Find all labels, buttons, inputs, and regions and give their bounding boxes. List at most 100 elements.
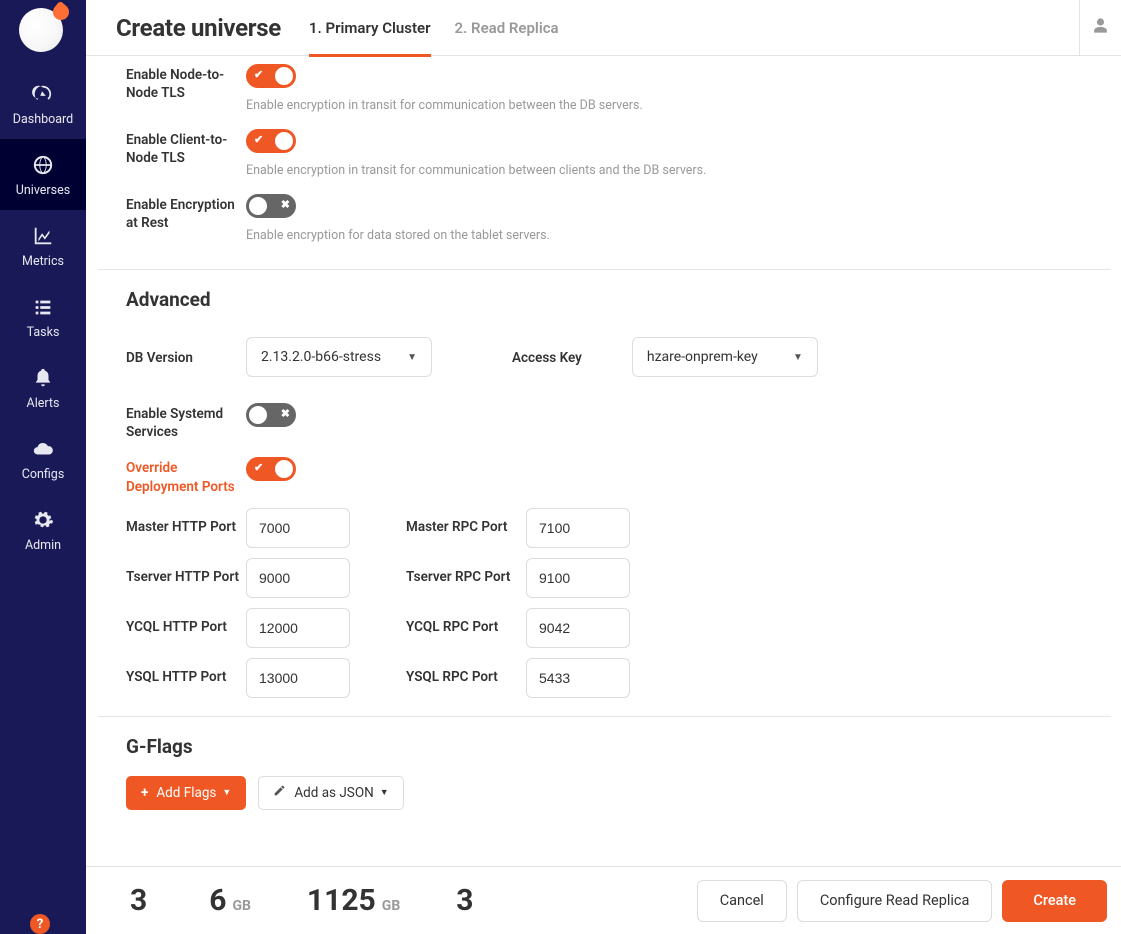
desc-node-tls: Enable encryption in transit for communi… bbox=[246, 98, 1111, 113]
caret-down-icon: ▼ bbox=[407, 352, 417, 363]
label-master-rpc: Master RPC Port bbox=[406, 519, 526, 537]
sidebar-item-configs[interactable]: Configs bbox=[0, 423, 86, 494]
label-enc-at-rest: Enable Encryption at Rest bbox=[126, 194, 246, 232]
input-ysql-http[interactable] bbox=[246, 658, 350, 698]
stat-unit: GB bbox=[232, 898, 250, 914]
app-logo[interactable] bbox=[19, 6, 67, 54]
help-icon[interactable]: ? bbox=[30, 914, 50, 934]
sidebar-item-admin[interactable]: Admin bbox=[0, 494, 86, 565]
select-value: hzare-onprem-key bbox=[647, 349, 758, 365]
field-systemd: Enable Systemd Services ✖ bbox=[126, 395, 1111, 449]
create-button[interactable]: Create bbox=[1002, 880, 1107, 922]
check-icon: ✔ bbox=[254, 461, 263, 474]
select-value: 2.13.2.0-b66-stress bbox=[261, 349, 381, 365]
divider bbox=[98, 716, 1111, 717]
row-db-access: DB Version 2.13.2.0-b66-stress ▼ Access … bbox=[126, 329, 1111, 385]
topbar: Create universe 1. Primary Cluster 2. Re… bbox=[86, 0, 1121, 56]
divider bbox=[98, 269, 1111, 270]
sidebar-item-metrics[interactable]: Metrics bbox=[0, 210, 86, 281]
select-db-version[interactable]: 2.13.2.0-b66-stress ▼ bbox=[246, 337, 432, 377]
stat-2: 6 GB bbox=[209, 883, 251, 918]
label-ycql-http: YCQL HTTP Port bbox=[126, 619, 246, 637]
field-node-tls: Enable Node-to-Node TLS ✔ Enable encrypt… bbox=[126, 56, 1111, 121]
label-ycql-rpc: YCQL RPC Port bbox=[406, 619, 526, 637]
section-advanced-title: Advanced bbox=[126, 288, 1111, 311]
select-access-key[interactable]: hzare-onprem-key ▼ bbox=[632, 337, 818, 377]
caret-down-icon: ▼ bbox=[793, 352, 803, 363]
toggle-enc-at-rest[interactable]: ✖ bbox=[246, 194, 296, 218]
toggle-systemd[interactable]: ✖ bbox=[246, 403, 296, 427]
cloud-icon bbox=[32, 437, 54, 461]
label-tserver-http: Tserver HTTP Port bbox=[126, 569, 246, 587]
stat-num: 3 bbox=[456, 883, 473, 918]
x-icon: ✖ bbox=[281, 407, 290, 420]
add-json-button[interactable]: Add as JSON ▼ bbox=[258, 776, 403, 810]
toggle-override-ports[interactable]: ✔ bbox=[246, 457, 296, 481]
footer-bar: 3 6 GB 1125 GB 3 Cancel Configure Read R… bbox=[86, 866, 1121, 934]
input-tserver-rpc[interactable] bbox=[526, 558, 630, 598]
toggle-client-tls[interactable]: ✔ bbox=[246, 129, 296, 153]
input-master-rpc[interactable] bbox=[526, 508, 630, 548]
stat-1: 3 bbox=[130, 883, 153, 918]
sidebar-label: Configs bbox=[22, 467, 65, 482]
check-icon: ✔ bbox=[254, 68, 263, 81]
content-area: Enable Node-to-Node TLS ✔ Enable encrypt… bbox=[86, 56, 1121, 866]
check-icon: ✔ bbox=[254, 133, 263, 146]
sidebar-item-alerts[interactable]: Alerts bbox=[0, 352, 86, 423]
stat-4: 3 bbox=[456, 883, 479, 918]
sidebar-item-tasks[interactable]: Tasks bbox=[0, 281, 86, 352]
sidebar-label: Alerts bbox=[27, 396, 60, 411]
tab-read-replica[interactable]: 2. Read Replica bbox=[455, 0, 559, 56]
configure-read-replica-button[interactable]: Configure Read Replica bbox=[797, 880, 993, 922]
tab-primary-cluster[interactable]: 1. Primary Cluster bbox=[309, 0, 431, 56]
input-master-http[interactable] bbox=[246, 508, 350, 548]
input-ycql-http[interactable] bbox=[246, 608, 350, 648]
cancel-button[interactable]: Cancel bbox=[697, 880, 787, 922]
btn-label: Add as JSON bbox=[294, 785, 373, 801]
desc-enc-at-rest: Enable encryption for data stored on the… bbox=[246, 228, 1111, 243]
label-access-key: Access Key bbox=[512, 347, 582, 367]
label-override-ports: Override Deployment Ports bbox=[126, 457, 246, 495]
input-tserver-http[interactable] bbox=[246, 558, 350, 598]
stat-unit: GB bbox=[382, 898, 400, 914]
label-db-version: DB Version bbox=[126, 347, 246, 367]
plus-icon: + bbox=[141, 785, 148, 801]
toggle-node-tls[interactable]: ✔ bbox=[246, 64, 296, 88]
field-client-tls: Enable Client-to-Node TLS ✔ Enable encry… bbox=[126, 121, 1111, 186]
globe-icon bbox=[32, 153, 54, 177]
sidebar-item-universes[interactable]: Universes bbox=[0, 139, 86, 210]
input-ycql-rpc[interactable] bbox=[526, 608, 630, 648]
sidebar: Dashboard Universes Metrics Tasks Alerts… bbox=[0, 0, 86, 934]
gauge-icon bbox=[32, 82, 54, 106]
label-master-http: Master HTTP Port bbox=[126, 519, 246, 537]
add-flags-button[interactable]: + Add Flags ▼ bbox=[126, 776, 246, 810]
desc-client-tls: Enable encryption in transit for communi… bbox=[246, 163, 1111, 178]
field-enc-at-rest: Enable Encryption at Rest ✖ Enable encry… bbox=[126, 186, 1111, 251]
page-title: Create universe bbox=[116, 14, 281, 42]
input-ysql-rpc[interactable] bbox=[526, 658, 630, 698]
btn-label: Add Flags bbox=[156, 785, 216, 801]
field-override-ports: Override Deployment Ports ✔ bbox=[126, 449, 1111, 503]
label-ysql-http: YSQL HTTP Port bbox=[126, 669, 246, 687]
label-systemd: Enable Systemd Services bbox=[126, 403, 246, 441]
chart-line-icon bbox=[32, 224, 54, 248]
ports-grid: Master HTTP Port Master RPC Port Tserver… bbox=[126, 508, 1111, 698]
label-ysql-rpc: YSQL RPC Port bbox=[406, 669, 526, 687]
x-icon: ✖ bbox=[281, 198, 290, 211]
sidebar-label: Metrics bbox=[22, 254, 64, 269]
sidebar-item-dashboard[interactable]: Dashboard bbox=[0, 68, 86, 139]
caret-down-icon: ▼ bbox=[222, 787, 231, 798]
gflags-actions: + Add Flags ▼ Add as JSON ▼ bbox=[126, 776, 1111, 810]
user-icon bbox=[1092, 17, 1109, 39]
stat-num: 1125 bbox=[307, 883, 376, 918]
edit-icon bbox=[273, 784, 286, 801]
label-client-tls: Enable Client-to-Node TLS bbox=[126, 129, 246, 167]
sidebar-label: Dashboard bbox=[13, 112, 73, 127]
list-icon bbox=[32, 295, 54, 319]
stat-num: 6 bbox=[209, 883, 226, 918]
sidebar-label: Admin bbox=[25, 538, 61, 553]
section-gflags-title: G-Flags bbox=[126, 735, 1111, 758]
user-menu[interactable] bbox=[1079, 0, 1121, 56]
label-node-tls: Enable Node-to-Node TLS bbox=[126, 64, 246, 102]
stat-3: 1125 GB bbox=[307, 883, 400, 918]
